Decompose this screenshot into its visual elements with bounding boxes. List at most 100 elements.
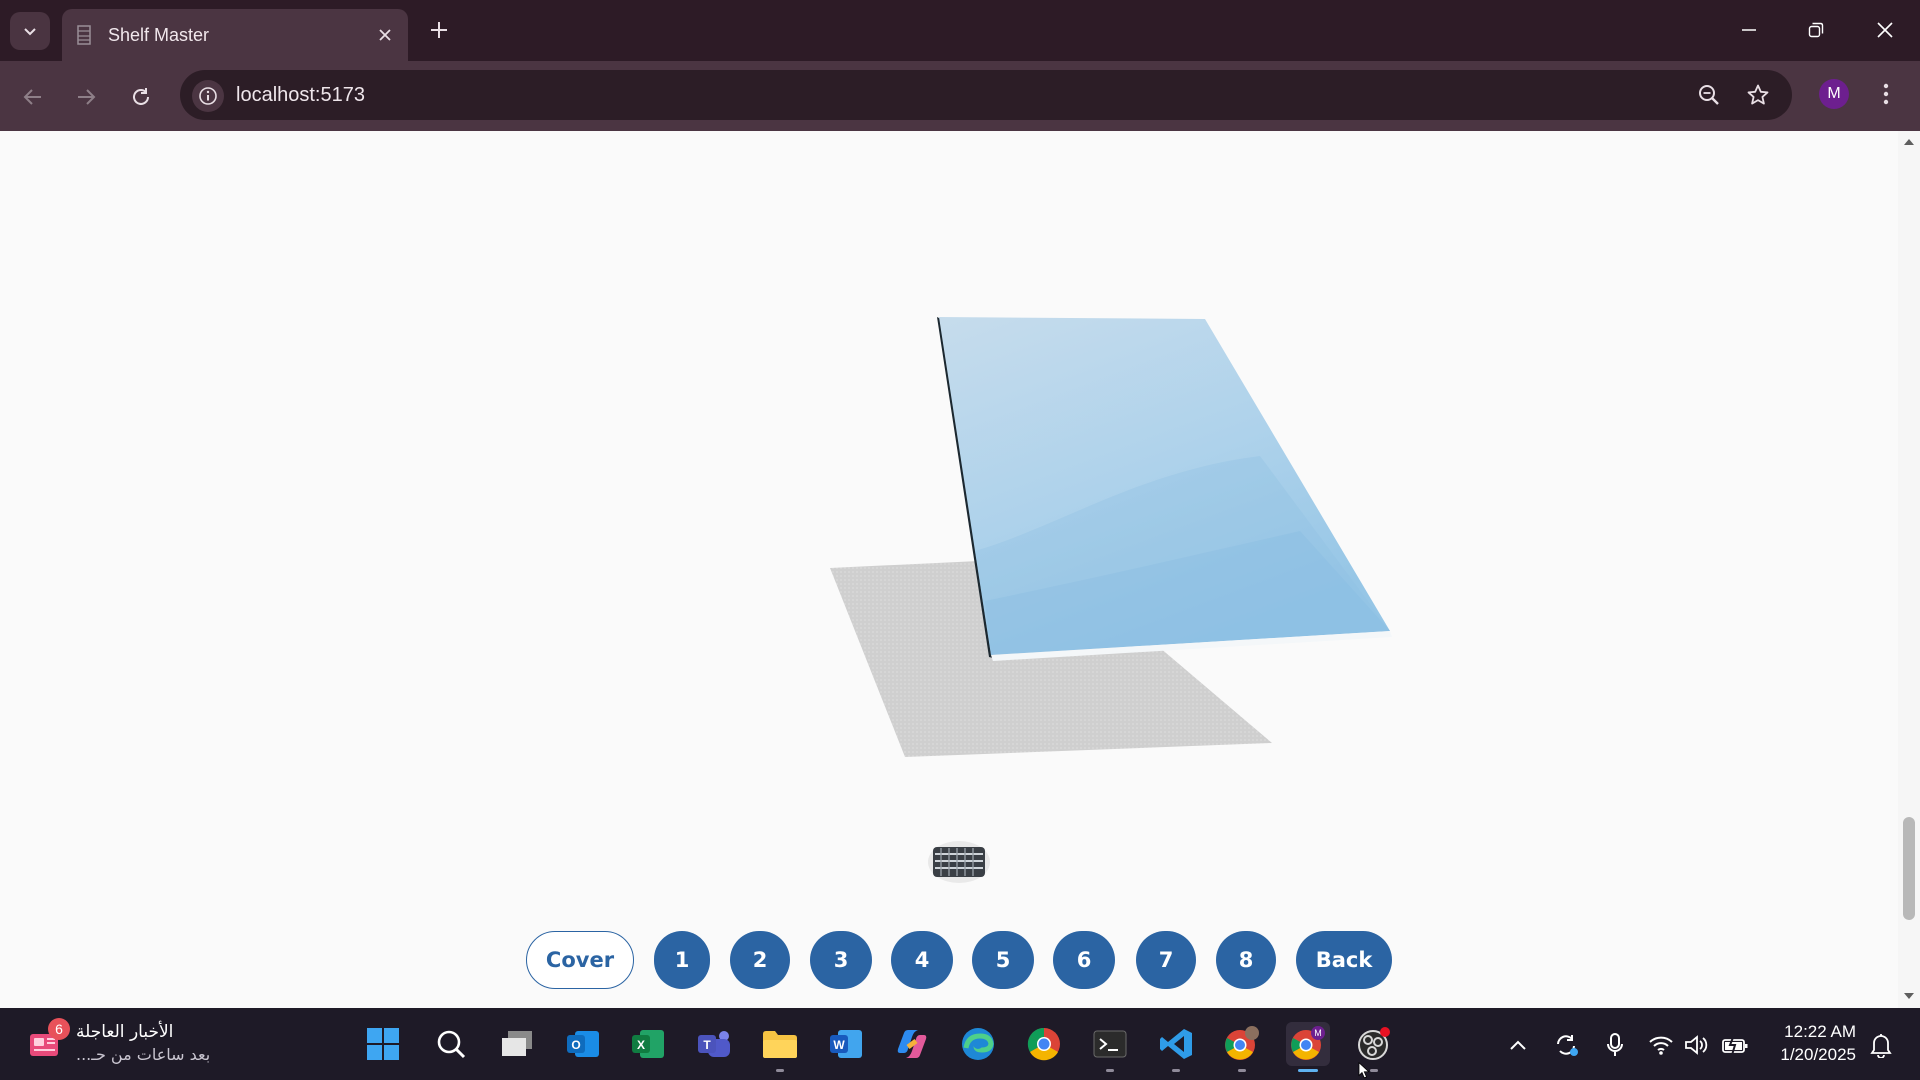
terminal-icon xyxy=(1093,1030,1127,1058)
forward-nav-button[interactable] xyxy=(66,77,106,117)
zoom-icon[interactable] xyxy=(1695,81,1723,109)
volume-tray-button[interactable] xyxy=(1681,1030,1711,1060)
edge-icon xyxy=(962,1028,994,1060)
edge-app[interactable] xyxy=(956,1022,1000,1066)
vscode-icon xyxy=(1160,1029,1192,1059)
word-icon: W xyxy=(830,1030,862,1058)
page-8-button[interactable]: 8 xyxy=(1216,931,1276,989)
page-scrollbar[interactable] xyxy=(1898,131,1920,1008)
page-2-button[interactable]: 2 xyxy=(730,931,790,989)
news-subtitle: بعد ساعات من حـ... xyxy=(76,1045,211,1064)
clock-date: 1/20/2025 xyxy=(1780,1045,1856,1064)
scroll-down-arrow-icon[interactable] xyxy=(1904,993,1914,999)
minimize-button[interactable] xyxy=(1716,0,1782,60)
folder-icon xyxy=(763,1031,797,1058)
outlook-icon: O xyxy=(567,1031,599,1057)
excel-app[interactable]: X xyxy=(626,1022,670,1066)
chrome-profile-app[interactable] xyxy=(1220,1022,1264,1072)
word-app[interactable]: W xyxy=(824,1022,868,1066)
obs-app[interactable] xyxy=(1352,1022,1396,1072)
cover-button[interactable]: Cover xyxy=(526,931,634,989)
bookshelf-logo-icon xyxy=(928,841,990,883)
page-1-button[interactable]: 1 xyxy=(654,931,710,989)
svg-text:X: X xyxy=(637,1038,645,1052)
svg-text:M: M xyxy=(1314,1028,1322,1038)
minimize-icon xyxy=(1742,29,1756,31)
reload-button[interactable] xyxy=(121,77,161,117)
back-nav-button[interactable] xyxy=(13,77,53,117)
mouse-cursor-icon xyxy=(1358,1062,1370,1079)
address-bar[interactable]: localhost:5173 xyxy=(180,70,1792,120)
page-3-button[interactable]: 3 xyxy=(810,931,872,989)
page-viewport: Cover 1 2 3 4 5 6 7 8 Back xyxy=(0,131,1898,1008)
close-tab-icon[interactable] xyxy=(372,22,398,48)
sync-tray-button[interactable] xyxy=(1551,1030,1581,1060)
chrome-active-icon: M xyxy=(1291,1026,1325,1060)
windows-start-icon xyxy=(367,1028,399,1060)
notifications-button[interactable] xyxy=(1866,1030,1896,1060)
chevron-up-icon xyxy=(1510,1040,1526,1050)
new-tab-button[interactable] xyxy=(422,12,456,48)
copilot-app[interactable] xyxy=(890,1022,934,1066)
arrow-right-icon xyxy=(78,89,96,105)
svg-text:W: W xyxy=(833,1038,845,1052)
url-text[interactable]: localhost:5173 xyxy=(236,82,365,108)
vscode-app[interactable] xyxy=(1154,1022,1198,1072)
taskbar-search-button[interactable] xyxy=(429,1022,473,1066)
browser-tab[interactable]: Shelf Master xyxy=(62,9,408,61)
tab-search-button[interactable] xyxy=(10,12,50,50)
scroll-up-arrow-icon[interactable] xyxy=(1904,139,1914,145)
profile-avatar[interactable]: M xyxy=(1819,79,1849,109)
browser-toolbar: localhost:5173 M xyxy=(0,61,1920,131)
clock-time: 12:22 AM xyxy=(1784,1022,1856,1041)
file-explorer-app[interactable] xyxy=(758,1022,802,1072)
site-info-icon[interactable] xyxy=(192,80,224,112)
close-window-button[interactable] xyxy=(1852,0,1918,60)
chrome-profile-icon xyxy=(1225,1026,1259,1060)
arrow-left-icon xyxy=(23,89,41,105)
page-navigation: Cover 1 2 3 4 5 6 7 8 Back xyxy=(526,931,1394,989)
chrome-icon xyxy=(1027,1027,1060,1061)
page-4-button[interactable]: 4 xyxy=(891,931,953,989)
running-indicator xyxy=(776,1069,784,1072)
scrollbar-thumb[interactable] xyxy=(1903,817,1915,920)
close-icon xyxy=(1877,22,1893,38)
task-view-button[interactable] xyxy=(495,1022,539,1066)
wifi-icon xyxy=(1649,1036,1673,1055)
show-hidden-icons-button[interactable] xyxy=(1503,1030,1533,1060)
outlook-app[interactable]: O xyxy=(561,1022,605,1066)
start-button[interactable] xyxy=(361,1022,405,1066)
shelf-favicon-icon xyxy=(76,22,92,48)
task-view-icon xyxy=(502,1031,532,1056)
battery-tray-button[interactable] xyxy=(1720,1030,1750,1060)
windows-taskbar: 6 الأخبار العاجلة بعد ساعات من حـ... O X… xyxy=(0,1008,1920,1080)
page-6-button[interactable]: 6 xyxy=(1053,931,1115,989)
news-widget[interactable]: 6 الأخبار العاجلة بعد ساعات من حـ... xyxy=(26,1018,226,1070)
restore-icon xyxy=(1808,22,1824,38)
bookmark-star-icon[interactable] xyxy=(1744,81,1772,109)
system-clock[interactable]: 12:22 AM 1/20/2025 xyxy=(1764,1020,1856,1066)
running-indicator xyxy=(1106,1069,1114,1072)
running-indicator xyxy=(1172,1069,1180,1072)
svg-text:T: T xyxy=(703,1038,711,1052)
back-button[interactable]: Back xyxy=(1296,931,1392,989)
chrome-app[interactable] xyxy=(1022,1022,1066,1066)
terminal-app[interactable] xyxy=(1088,1022,1132,1072)
plus-icon xyxy=(431,22,447,38)
microphone-icon xyxy=(1607,1033,1623,1056)
wifi-tray-button[interactable] xyxy=(1646,1030,1676,1060)
microphone-tray-button[interactable] xyxy=(1600,1030,1630,1060)
restore-button[interactable] xyxy=(1783,0,1849,60)
teams-icon: T xyxy=(698,1031,730,1057)
tab-title: Shelf Master xyxy=(108,25,210,45)
search-icon xyxy=(437,1030,466,1059)
teams-app[interactable]: T xyxy=(692,1022,736,1066)
page-5-button[interactable]: 5 xyxy=(972,931,1034,989)
reload-icon xyxy=(133,88,149,105)
chrome-active-app[interactable]: M xyxy=(1286,1022,1330,1072)
chevron-down-icon xyxy=(24,28,36,36)
running-indicator xyxy=(1238,1069,1246,1072)
svg-text:O: O xyxy=(571,1038,580,1052)
page-7-button[interactable]: 7 xyxy=(1136,931,1196,989)
browser-menu-button[interactable] xyxy=(1872,77,1900,111)
